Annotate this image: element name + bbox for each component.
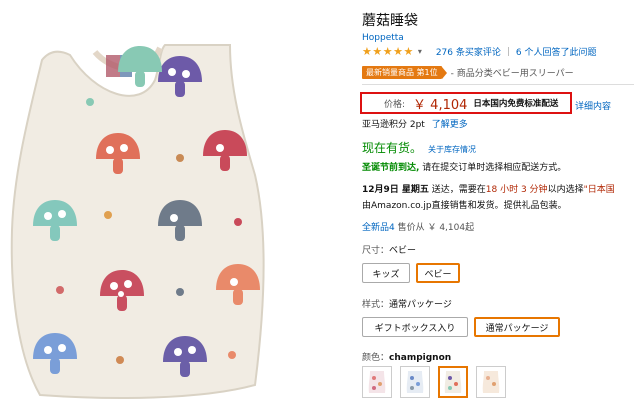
delivery-text-2: 以内选择 xyxy=(547,185,584,195)
delivery-text-1: 送达，需要在 xyxy=(428,185,486,195)
rank-category[interactable]: - 商品分类ベビー用スリーパー xyxy=(451,66,574,79)
sleep-sack-thumbnail-icon xyxy=(444,371,462,393)
style-option-giftbox[interactable]: ギフトボックス入り xyxy=(362,317,468,337)
points-row: 亚马逊积分 2pt 了解更多 xyxy=(362,117,468,130)
product-info: 蘑菇睡袋 Hoppetta ★★★★★ ▾ 276 条买家评论 | 6 个人回答… xyxy=(360,0,640,413)
color-swatch-4[interactable] xyxy=(476,366,506,398)
details-link[interactable]: 详细内容 xyxy=(575,99,611,112)
sleep-sack-thumbnail-icon xyxy=(368,371,386,393)
delivery-option[interactable]: "日本国 xyxy=(584,185,615,195)
delivery-info: 12月9日 星期五 送达，需要在18 小时 3 分钟以内选择"日本国 由Amaz… xyxy=(362,182,640,214)
sleep-sack-thumbnail-icon xyxy=(482,371,500,393)
price-label: 价格: xyxy=(384,99,406,110)
size-label-row: 尺寸：ベビー xyxy=(362,243,416,256)
rating-row: ★★★★★ ▾ 276 条买家评论 | 6 个人回答了此问题 xyxy=(362,45,597,58)
stock-info-link[interactable]: 关于库存情况 xyxy=(428,144,476,155)
product-image[interactable] xyxy=(0,0,345,413)
points-text: 亚马逊积分 2pt xyxy=(362,120,425,130)
stock-status: 现在有货。 xyxy=(362,141,423,155)
style-label-row: 样式：通常パッケージ xyxy=(362,297,452,310)
price-highlight-box: 价格: ￥ 4,104 日本国内免费标准配送 xyxy=(360,92,572,114)
bestseller-badge[interactable]: 最新销量商品 第1位 xyxy=(362,66,442,79)
color-swatches xyxy=(362,366,506,398)
color-value: champignon xyxy=(389,353,452,363)
reviews-link[interactable]: 276 条买家评论 xyxy=(436,45,501,58)
christmas-notice: 圣诞节前到达, 请在提交订单时选择相应配送方式。 xyxy=(362,160,566,173)
offers-row: 全新品4 售价从 ￥ 4,104起 xyxy=(362,220,474,233)
color-swatch-1[interactable] xyxy=(362,366,392,398)
separator: | xyxy=(506,46,510,57)
star-icon[interactable]: ★★★★★ xyxy=(362,45,414,58)
size-value: ベビー xyxy=(389,246,417,256)
delivery-date: 12月9日 星期五 xyxy=(362,185,429,195)
christmas-label: 圣诞节前到达, xyxy=(362,163,420,173)
product-title: 蘑菇睡袋 xyxy=(362,13,418,29)
color-swatch-2[interactable] xyxy=(400,366,430,398)
badge-arrow xyxy=(441,66,447,79)
color-label: 颜色： xyxy=(362,353,390,363)
new-offers-link[interactable]: 全新品4 xyxy=(362,223,395,233)
divider xyxy=(362,84,634,85)
color-label-row: 颜色：champignon xyxy=(362,350,451,363)
delivery-seller: 由Amazon.co.jp直接销售和发货。提供礼品包装。 xyxy=(362,201,567,211)
style-label: 样式： xyxy=(362,300,390,310)
bestseller-rank: 最新销量商品 第1位 - 商品分类ベビー用スリーパー xyxy=(362,66,574,79)
color-swatch-3-selected[interactable] xyxy=(438,366,468,398)
style-option-normal[interactable]: 通常パッケージ xyxy=(474,317,560,337)
size-label: 尺寸： xyxy=(362,246,390,256)
delivery-countdown: 18 小时 3 分钟 xyxy=(485,185,548,195)
style-value: 通常パッケージ xyxy=(389,300,452,310)
qa-link[interactable]: 6 个人回答了此问题 xyxy=(516,45,597,58)
stock-row: 现在有货。 关于库存情况 xyxy=(362,139,476,156)
brand-link[interactable]: Hoppetta xyxy=(362,33,404,43)
chevron-down-icon[interactable]: ▾ xyxy=(418,47,422,56)
size-option-kids[interactable]: キッズ xyxy=(362,263,410,283)
sleep-sack-thumbnail-icon xyxy=(406,371,424,393)
shipping-text: 日本国内免费标准配送 xyxy=(473,99,559,109)
size-option-baby[interactable]: ベビー xyxy=(416,263,460,283)
points-learn-more[interactable]: 了解更多 xyxy=(432,120,468,130)
christmas-text: 请在提交订单时选择相应配送方式。 xyxy=(422,163,567,173)
price-value: ￥ 4,104 xyxy=(413,97,468,113)
offers-text: 售价从 ￥ 4,104起 xyxy=(397,223,475,233)
sleep-sack-image xyxy=(10,44,265,399)
